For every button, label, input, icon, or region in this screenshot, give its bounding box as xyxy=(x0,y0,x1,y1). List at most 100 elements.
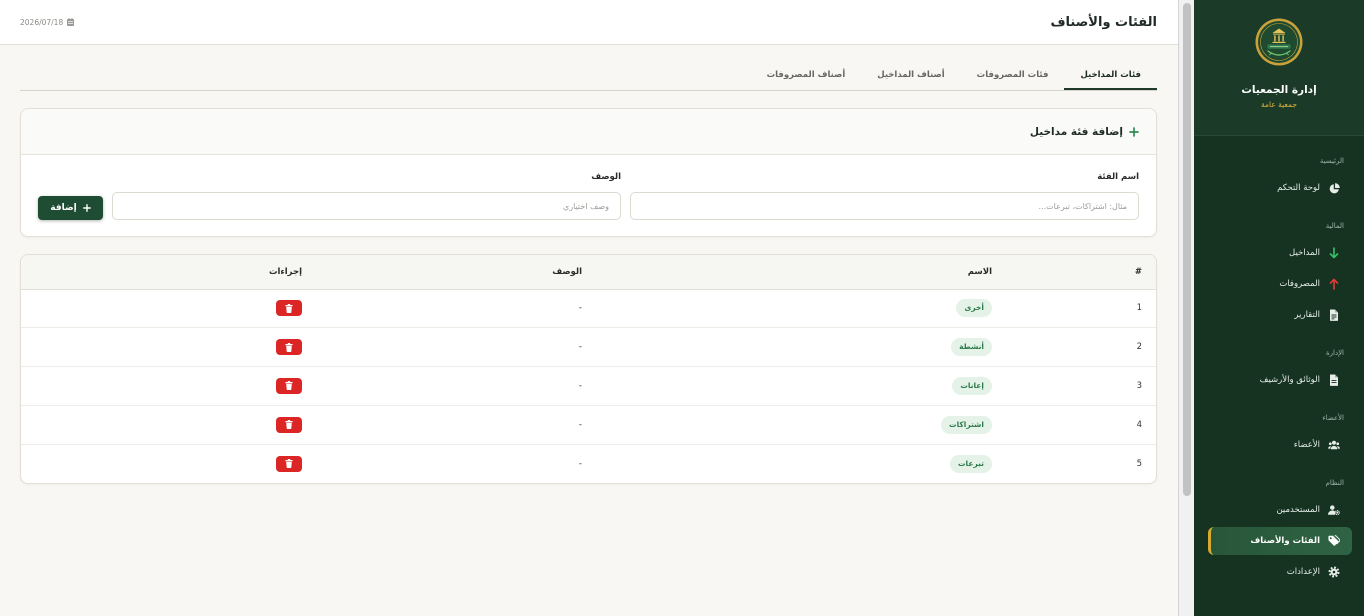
current-date: 2026/07/18 xyxy=(20,17,75,27)
category-name-label: اسم الفئة xyxy=(1097,172,1139,182)
description-field: الوصف xyxy=(112,171,621,220)
nav-section-label: الإدارة xyxy=(1325,349,1344,357)
row-actions xyxy=(21,327,316,368)
row-description: - xyxy=(316,405,596,445)
delete-button[interactable] xyxy=(276,300,302,317)
row-index: 4 xyxy=(1006,405,1156,445)
tab-income-types[interactable]: أصناف المداخيل xyxy=(861,60,960,90)
row-actions xyxy=(21,289,316,329)
row-actions xyxy=(21,366,316,406)
page-title: الفئات والأصناف xyxy=(1050,14,1157,30)
column-header-name: الاسم xyxy=(596,255,1006,290)
categories-table: # الاسم الوصف إجراءات 1 أخرى - 2 أنشطة -… xyxy=(21,255,1156,483)
sidebar-nav: الرئيسية لوحة التحكم المالية المداخيل ال… xyxy=(1194,136,1364,586)
association-logo xyxy=(1255,18,1303,66)
sidebar-item-label: المصروفات xyxy=(1279,279,1320,289)
main-area: الفئات والأصناف 2026/07/18 فئات المداخيل… xyxy=(0,0,1178,616)
sidebar-item-reports[interactable]: التقارير xyxy=(1208,301,1352,329)
row-description: - xyxy=(316,327,596,368)
tab-expense-types[interactable]: أصناف المصروفات xyxy=(751,60,862,90)
users-icon xyxy=(1328,439,1340,451)
category-tabs: فئات المداخيل فئات المصروفات أصناف المدا… xyxy=(20,60,1157,91)
add-category-header: إضافة فئة مداخيل xyxy=(21,109,1156,155)
nav-section-label: الرئيسية xyxy=(1319,157,1344,165)
content: فئات المداخيل فئات المصروفات أصناف المدا… xyxy=(0,60,1178,484)
row-actions xyxy=(21,444,316,483)
file-invoice-icon xyxy=(1328,309,1340,321)
sidebar-item-settings[interactable]: الإعدادات xyxy=(1208,558,1352,586)
category-name-badge: إعانات xyxy=(952,376,992,395)
arrow-down-icon xyxy=(1328,247,1340,259)
plus-icon xyxy=(1129,126,1139,137)
delete-button[interactable] xyxy=(276,377,302,394)
chart-pie-icon xyxy=(1328,182,1340,194)
trash-icon xyxy=(285,420,293,430)
category-name-badge: اشتراكات xyxy=(941,415,992,434)
add-category-button[interactable]: إضافة xyxy=(38,196,103,220)
sidebar-item-categories[interactable]: الفئات والأصناف xyxy=(1208,527,1352,555)
row-description: - xyxy=(316,366,596,406)
table-body: 1 أخرى - 2 أنشطة - 3 إعانات - 4 اشتراكات… xyxy=(21,289,1156,483)
form-row: اسم الفئة الوصف إضافة xyxy=(38,171,1139,220)
trash-icon xyxy=(285,303,293,313)
row-index: 3 xyxy=(1006,366,1156,406)
sidebar-item-income[interactable]: المداخيل xyxy=(1208,239,1352,267)
delete-button[interactable] xyxy=(276,416,302,433)
sidebar-item-label: الوثائق والأرشيف xyxy=(1259,375,1320,385)
sidebar-item-documents[interactable]: الوثائق والأرشيف xyxy=(1208,366,1352,394)
column-header-description: الوصف xyxy=(316,255,596,290)
row-description: - xyxy=(578,458,582,469)
trash-icon xyxy=(285,342,293,352)
delete-button[interactable] xyxy=(276,339,302,356)
category-name-badge: تبرعات xyxy=(949,454,992,473)
brand: إدارة الجمعيات جمعية عامة xyxy=(1194,0,1364,136)
org-type: جمعية عامة xyxy=(1260,100,1298,109)
table-row: 3 إعانات - xyxy=(21,366,1156,406)
sidebar-item-label: المداخيل xyxy=(1289,248,1320,258)
sidebar-item-members[interactable]: الأعضاء xyxy=(1208,431,1352,459)
table-row: 5 تبرعات - xyxy=(21,444,1156,483)
description-input[interactable] xyxy=(112,192,621,220)
row-name-cell: أخرى xyxy=(596,289,1006,329)
top-bar: الفئات والأصناف 2026/07/18 xyxy=(0,0,1178,45)
category-name-badge: أنشطة xyxy=(951,338,992,357)
row-description: - xyxy=(316,289,596,329)
app-name: إدارة الجمعيات xyxy=(1241,84,1317,96)
gear-icon xyxy=(1328,566,1340,578)
plus-icon xyxy=(82,204,91,212)
table-row: 1 أخرى - xyxy=(21,289,1156,329)
row-index: 2 xyxy=(1006,327,1156,368)
category-name-badge: أخرى xyxy=(956,299,992,318)
category-name-input[interactable] xyxy=(630,192,1139,220)
sidebar-item-dashboard[interactable]: لوحة التحكم xyxy=(1208,174,1352,202)
sidebar-item-users[interactable]: المستخدمين xyxy=(1208,496,1352,524)
category-name-field: اسم الفئة xyxy=(630,171,1139,220)
delete-button[interactable] xyxy=(276,455,302,472)
table-header-row: # الاسم الوصف إجراءات xyxy=(21,255,1156,290)
add-button-label: إضافة xyxy=(50,203,77,213)
tab-income-categories[interactable]: فئات المداخيل xyxy=(1064,60,1157,90)
table-row: 4 اشتراكات - xyxy=(21,405,1156,445)
nav-section-label: النظام xyxy=(1325,479,1344,487)
categories-table-card: # الاسم الوصف إجراءات 1 أخرى - 2 أنشطة -… xyxy=(20,254,1157,484)
add-category-title: إضافة فئة مداخيل xyxy=(1029,125,1123,138)
row-actions xyxy=(21,405,316,445)
arrow-up-icon xyxy=(1328,278,1340,290)
nav-section-label: المالية xyxy=(1325,222,1344,230)
user-cog-icon xyxy=(1328,504,1340,516)
row-index: 1 xyxy=(1006,289,1156,329)
tab-expense-categories[interactable]: فئات المصروفات xyxy=(961,60,1065,90)
nav-section-label: الأعضاء xyxy=(1322,414,1344,422)
scrollbar-thumb[interactable] xyxy=(1183,3,1191,496)
trash-icon xyxy=(285,459,293,469)
column-header-index: # xyxy=(1006,255,1156,290)
table-head: # الاسم الوصف إجراءات xyxy=(21,255,1156,290)
main-scrollbar[interactable] xyxy=(1178,0,1194,616)
row-index: 5 xyxy=(1136,458,1142,469)
sidebar-item-expenses[interactable]: المصروفات xyxy=(1208,270,1352,298)
calendar-icon xyxy=(67,18,75,26)
date-text: 2026/07/18 xyxy=(20,17,64,27)
tags-icon xyxy=(1328,535,1340,547)
row-name-cell: إعانات xyxy=(596,366,1006,406)
sidebar: إدارة الجمعيات جمعية عامة الرئيسية لوحة … xyxy=(1194,0,1364,616)
